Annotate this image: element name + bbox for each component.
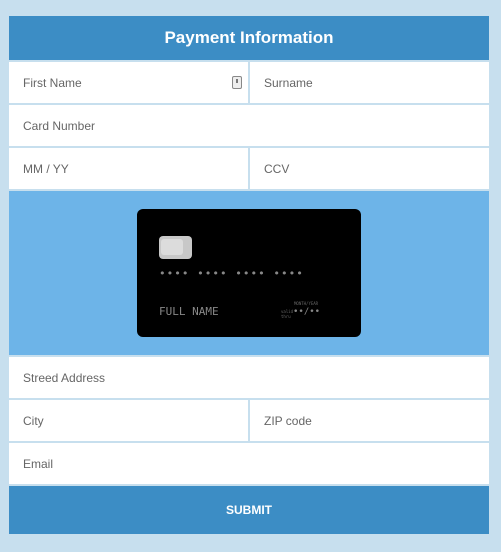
zip-input[interactable] [264, 400, 489, 441]
ccv-input[interactable] [264, 148, 489, 189]
payment-form: Payment Information •••• •••• •••• •••• … [9, 16, 489, 534]
street-address-input[interactable] [23, 357, 489, 398]
valid-thru-label: valid thru [281, 309, 294, 319]
card-number-field-wrapper [9, 105, 489, 146]
ccv-field-wrapper [248, 148, 489, 189]
expiry-ccv-row [9, 146, 489, 189]
email-field-wrapper [9, 443, 489, 484]
card-expiry-display: ••/•• [293, 307, 321, 317]
email-input[interactable] [23, 443, 489, 484]
card-preview-area: •••• •••• •••• •••• FULL NAME MONTH/YEAR… [9, 189, 489, 355]
email-row [9, 441, 489, 484]
form-header: Payment Information [9, 16, 489, 60]
first-name-field-wrapper [9, 62, 248, 103]
city-zip-row [9, 398, 489, 441]
card-chip-icon [159, 236, 192, 259]
surname-input[interactable] [264, 62, 489, 103]
street-row [9, 355, 489, 398]
form-title: Payment Information [164, 28, 334, 47]
card-number-input[interactable] [23, 105, 489, 146]
submit-button[interactable]: SUBMIT [9, 486, 489, 534]
expiry-field-wrapper [9, 148, 248, 189]
month-year-label: MONTH/YEAR [294, 301, 319, 306]
surname-field-wrapper [248, 62, 489, 103]
city-field-wrapper [9, 400, 248, 441]
first-name-input[interactable] [23, 62, 248, 103]
expiry-input[interactable] [23, 148, 248, 189]
city-input[interactable] [23, 400, 248, 441]
street-field-wrapper [9, 357, 489, 398]
zip-field-wrapper [248, 400, 489, 441]
card-name-display: FULL NAME [159, 305, 219, 318]
card-number-display: •••• •••• •••• •••• [159, 267, 304, 280]
card-number-row [9, 103, 489, 146]
credit-card-preview: •••• •••• •••• •••• FULL NAME MONTH/YEAR… [137, 209, 361, 337]
name-row [9, 60, 489, 103]
contact-card-icon[interactable] [232, 76, 242, 89]
